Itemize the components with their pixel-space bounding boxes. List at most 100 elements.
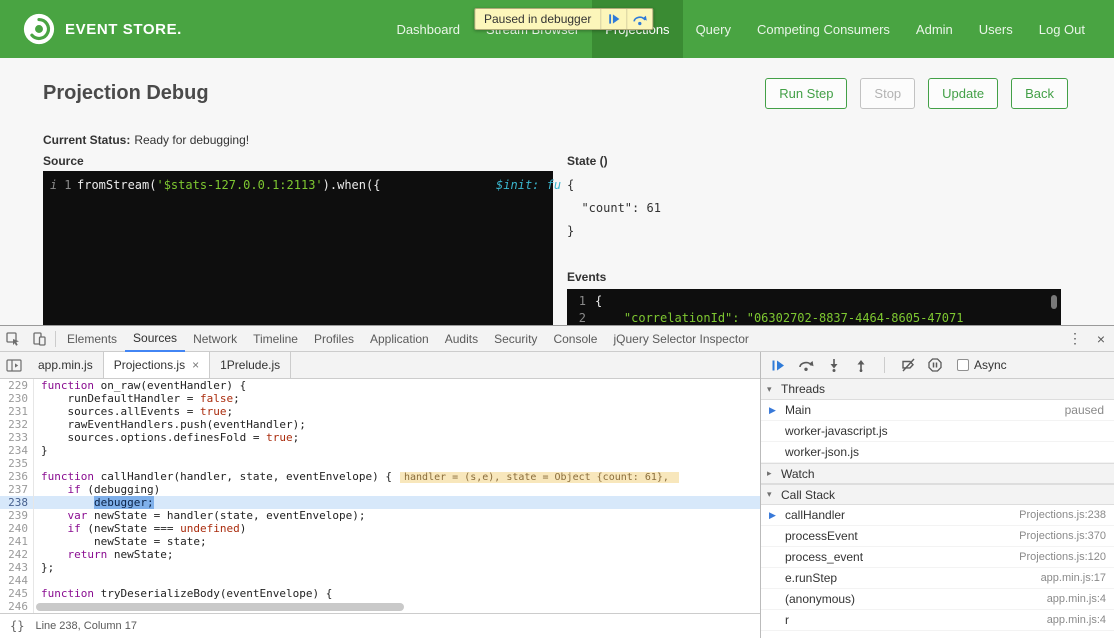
callstack-section-header[interactable]: ▾ Call Stack bbox=[761, 484, 1114, 505]
line-number[interactable]: 244 bbox=[0, 574, 34, 587]
events-scrollbar[interactable] bbox=[1051, 295, 1057, 309]
line-number[interactable]: 235 bbox=[0, 457, 34, 470]
line-number[interactable]: 230 bbox=[0, 392, 34, 405]
code-line-231[interactable]: 231 sources.allEvents = true; bbox=[0, 405, 760, 418]
async-toggle[interactable]: Async bbox=[957, 358, 1007, 372]
line-number[interactable]: 239 bbox=[0, 509, 34, 522]
nav-item-admin[interactable]: Admin bbox=[903, 0, 966, 58]
code-line-243[interactable]: 243}; bbox=[0, 561, 760, 574]
code-line-237[interactable]: 237 if (debugging) bbox=[0, 483, 760, 496]
code-line-245[interactable]: 245function tryDeserializeBody(eventEnve… bbox=[0, 587, 760, 600]
toolbar-separator bbox=[884, 357, 885, 373]
stack-frame-e-runstep[interactable]: e.runStepapp.min.js:17 bbox=[761, 568, 1114, 589]
line-number[interactable]: 229 bbox=[0, 379, 34, 392]
line-number[interactable]: 238 bbox=[0, 496, 34, 509]
line-number[interactable]: 231 bbox=[0, 405, 34, 418]
code-line-242[interactable]: 242 return newState; bbox=[0, 548, 760, 561]
code-line-240[interactable]: 240 if (newState === undefined) bbox=[0, 522, 760, 535]
pause-on-exceptions-button[interactable] bbox=[928, 358, 942, 372]
horizontal-scrollbar[interactable] bbox=[36, 603, 404, 611]
step-over-banner-button[interactable] bbox=[626, 9, 652, 29]
line-number[interactable]: 245 bbox=[0, 587, 34, 600]
devtools-tab-network[interactable]: Network bbox=[185, 326, 245, 352]
line-number[interactable]: 236 bbox=[0, 470, 34, 483]
inspect-cursor-icon bbox=[6, 332, 20, 346]
devtools-tab-jquery-selector-inspector[interactable]: jQuery Selector Inspector bbox=[605, 326, 756, 352]
brand-logo[interactable]: EVENT STORE. bbox=[22, 12, 182, 46]
devtools-tab-timeline[interactable]: Timeline bbox=[245, 326, 306, 352]
line-number[interactable]: 232 bbox=[0, 418, 34, 431]
update-button[interactable]: Update bbox=[928, 78, 998, 109]
source-editor[interactable]: i1 fromStream('$stats-127.0.0.1:2113').w… bbox=[43, 171, 553, 325]
line-number[interactable]: 240 bbox=[0, 522, 34, 535]
code-line-233[interactable]: 233 sources.options.definesFold = true; bbox=[0, 431, 760, 444]
nav-item-users[interactable]: Users bbox=[966, 0, 1026, 58]
devtools-close-button[interactable]: × bbox=[1088, 326, 1114, 352]
code-line-234[interactable]: 234} bbox=[0, 444, 760, 457]
devtools-tab-security[interactable]: Security bbox=[486, 326, 545, 352]
async-checkbox[interactable] bbox=[957, 359, 969, 371]
status-label: Current Status: bbox=[43, 133, 130, 147]
toggle-device-toolbar-button[interactable] bbox=[26, 326, 52, 352]
nav-item-log-out[interactable]: Log Out bbox=[1026, 0, 1098, 58]
stop-button[interactable]: Stop bbox=[860, 78, 915, 109]
resume-script-button[interactable] bbox=[771, 359, 785, 372]
run-step-button[interactable]: Run Step bbox=[765, 78, 847, 109]
threads-section-header[interactable]: ▾ Threads bbox=[761, 379, 1114, 400]
code-line-244[interactable]: 244 bbox=[0, 574, 760, 587]
code-line-235[interactable]: 235 bbox=[0, 457, 760, 470]
code-line-229[interactable]: 229function on_raw(eventHandler) { bbox=[0, 379, 760, 392]
code-line-238[interactable]: 238 debugger; bbox=[0, 496, 760, 509]
file-tab-1prelude-js[interactable]: 1Prelude.js bbox=[210, 352, 291, 378]
pretty-print-button[interactable]: {} bbox=[10, 619, 24, 633]
code-line-236[interactable]: 236function callHandler(handler, state, … bbox=[0, 470, 760, 483]
stack-frame-anonymous[interactable]: (anonymous)app.min.js:4 bbox=[761, 589, 1114, 610]
step-over-icon bbox=[632, 13, 647, 26]
devtools-tab-elements[interactable]: Elements bbox=[59, 326, 125, 352]
line-number[interactable]: 246 bbox=[0, 600, 34, 613]
line-number[interactable]: 234 bbox=[0, 444, 34, 457]
stack-frame-r[interactable]: rapp.min.js:4 bbox=[761, 610, 1114, 631]
code-line-239[interactable]: 239 var newState = handler(state, eventE… bbox=[0, 509, 760, 522]
devtools-tab-console[interactable]: Console bbox=[545, 326, 605, 352]
back-button[interactable]: Back bbox=[1011, 78, 1068, 109]
thread-name: Main bbox=[785, 403, 811, 417]
devtools-tab-audits[interactable]: Audits bbox=[437, 326, 486, 352]
watch-section-header[interactable]: ▸ Watch bbox=[761, 463, 1114, 484]
devtools-tab-application[interactable]: Application bbox=[362, 326, 437, 352]
line-number[interactable]: 241 bbox=[0, 535, 34, 548]
nav-item-query[interactable]: Query bbox=[683, 0, 744, 58]
stack-frame-processevent[interactable]: processEventProjections.js:370 bbox=[761, 526, 1114, 547]
step-over-button[interactable] bbox=[798, 358, 814, 372]
show-navigator-button[interactable] bbox=[0, 352, 28, 378]
devtools-tab-profiles[interactable]: Profiles bbox=[306, 326, 362, 352]
file-tab-label: app.min.js bbox=[38, 358, 93, 372]
line-number[interactable]: 233 bbox=[0, 431, 34, 444]
inspect-element-button[interactable] bbox=[0, 326, 26, 352]
file-tab-app-min-js[interactable]: app.min.js bbox=[28, 352, 104, 378]
step-into-button[interactable] bbox=[827, 358, 841, 372]
code-line-230[interactable]: 230 runDefaultHandler = false; bbox=[0, 392, 760, 405]
nav-item-dashboard[interactable]: Dashboard bbox=[383, 0, 473, 58]
thread-main[interactable]: ▶Mainpaused bbox=[761, 400, 1114, 421]
code-line-241[interactable]: 241 newState = state; bbox=[0, 535, 760, 548]
events-editor[interactable]: 1{2 "correlationId": "06302702-8837-4464… bbox=[567, 289, 1061, 325]
line-number[interactable]: 237 bbox=[0, 483, 34, 496]
close-tab-icon[interactable]: × bbox=[192, 358, 199, 372]
step-out-button[interactable] bbox=[854, 358, 868, 372]
frame-function-name: process_event bbox=[785, 550, 863, 564]
devtools-menu-button[interactable]: ⋮ bbox=[1062, 326, 1088, 352]
nav-item-competing-consumers[interactable]: Competing Consumers bbox=[744, 0, 903, 58]
thread-worker-javascript-js[interactable]: worker-javascript.js bbox=[761, 421, 1114, 442]
file-tab-projections-js[interactable]: Projections.js× bbox=[104, 352, 210, 378]
devtools-code-editor[interactable]: 229function on_raw(eventHandler) {230 ru… bbox=[0, 379, 760, 613]
stack-frame-process-event[interactable]: process_eventProjections.js:120 bbox=[761, 547, 1114, 568]
resume-script-banner-button[interactable] bbox=[600, 9, 626, 29]
thread-worker-json-js[interactable]: worker-json.js bbox=[761, 442, 1114, 463]
deactivate-breakpoints-button[interactable] bbox=[901, 358, 915, 372]
stack-frame-callhandler[interactable]: ▶callHandlerProjections.js:238 bbox=[761, 505, 1114, 526]
devtools-tab-sources[interactable]: Sources bbox=[125, 326, 185, 352]
line-number[interactable]: 243 bbox=[0, 561, 34, 574]
line-number[interactable]: 242 bbox=[0, 548, 34, 561]
code-line-232[interactable]: 232 rawEventHandlers.push(eventHandler); bbox=[0, 418, 760, 431]
